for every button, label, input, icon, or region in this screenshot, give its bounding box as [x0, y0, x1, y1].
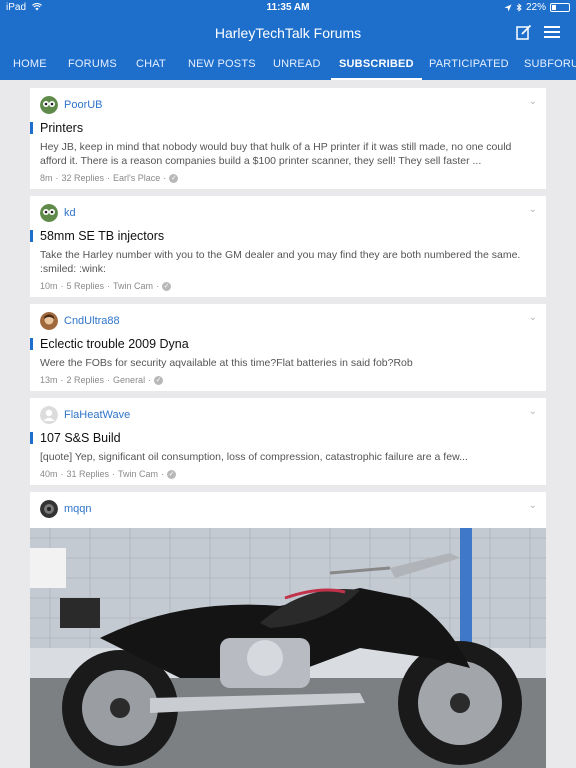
meta-separator: ·	[60, 281, 64, 291]
thread-forum[interactable]: Twin Cam	[113, 281, 153, 291]
tab-chat[interactable]: CHAT	[136, 50, 166, 80]
thread-header: FlaHeatWave	[40, 406, 536, 424]
author-name[interactable]: CndUltra88	[64, 315, 120, 327]
avatar[interactable]	[40, 500, 58, 518]
thread-replies: 32 Replies	[61, 173, 105, 183]
tab-subforums[interactable]: SUBFORU	[524, 50, 576, 80]
thread-excerpt: Were the FOBs for security aqvailable at…	[40, 357, 413, 369]
status-bar: iPad 11:35 AM 22%	[0, 0, 576, 16]
subscribed-check-icon: ✓	[169, 173, 179, 183]
meta-separator: ·	[107, 281, 111, 291]
thread-card[interactable]: PoorUB ⌄ Printers Hey JB, keep in mind t…	[30, 88, 546, 189]
tab-bar: HOME FORUMS CHAT NEW POSTS UNREAD SUBSCR…	[0, 50, 576, 80]
author-name[interactable]: mqqn	[64, 503, 92, 515]
location-icon	[504, 4, 512, 11]
thread-card[interactable]: FlaHeatWave ⌄ 107 S&S Build [quote] Yep,…	[30, 398, 546, 485]
thread-header: CndUltra88	[40, 312, 536, 330]
battery-icon	[550, 3, 570, 12]
subscribed-check-icon: ✓	[167, 469, 177, 479]
chevron-down-icon[interactable]: ⌄	[529, 406, 537, 417]
meta-separator: ·	[163, 173, 167, 183]
app-title: HarleyTechTalk Forums	[214, 25, 362, 41]
thread-title[interactable]: 107 S&S Build	[30, 431, 536, 445]
thread-replies: 2 Replies	[66, 375, 105, 385]
tab-new-posts[interactable]: NEW POSTS	[188, 50, 256, 80]
tab-home[interactable]: HOME	[13, 50, 47, 80]
meta-separator: ·	[60, 375, 64, 385]
author-name[interactable]: PoorUB	[64, 99, 103, 111]
thread-title[interactable]: Eclectic trouble 2009 Dyna	[30, 337, 536, 351]
meta-separator: ·	[156, 281, 160, 291]
tab-participated[interactable]: PARTICIPATED	[429, 50, 509, 80]
thread-meta: 40m · 31 Replies · Twin Cam · ✓	[40, 469, 536, 479]
thread-feed: PoorUB ⌄ Printers Hey JB, keep in mind t…	[30, 88, 546, 768]
tab-unread[interactable]: UNREAD	[273, 50, 321, 80]
thread-header: PoorUB	[40, 96, 536, 114]
chevron-down-icon[interactable]: ⌄	[529, 500, 537, 511]
app-header: HarleyTechTalk Forums	[0, 16, 576, 50]
tab-subscribed[interactable]: SUBSCRIBED	[331, 50, 422, 80]
author-name[interactable]: FlaHeatWave	[64, 409, 130, 421]
photo-post-card[interactable]: mqqn ⌄	[30, 492, 546, 768]
subscribed-check-icon: ✓	[162, 281, 172, 291]
thread-time: 13m	[40, 375, 58, 385]
thread-header: mqqn	[40, 500, 536, 518]
author-name[interactable]: kd	[64, 207, 76, 219]
thread-card[interactable]: kd ⌄ 58mm SE TB injectors Take the Harle…	[30, 196, 546, 297]
thread-excerpt: Take the Harley number with you to the G…	[40, 249, 521, 275]
thread-replies: 5 Replies	[66, 281, 105, 291]
chevron-down-icon[interactable]: ⌄	[529, 96, 537, 107]
clock: 11:35 AM	[266, 2, 310, 13]
avatar[interactable]	[40, 406, 58, 424]
thread-replies: 31 Replies	[66, 469, 110, 479]
motorcycle-photo[interactable]	[30, 528, 546, 768]
battery-percent: 22%	[525, 2, 546, 13]
menu-icon[interactable]	[544, 25, 560, 39]
avatar[interactable]	[40, 96, 58, 114]
thread-meta: 13m · 2 Replies · General · ✓	[40, 375, 536, 385]
status-right: 22%	[504, 2, 570, 13]
thread-time: 8m	[40, 173, 53, 183]
avatar[interactable]	[40, 204, 58, 222]
meta-separator: ·	[107, 173, 111, 183]
thread-forum[interactable]: Earl's Place	[113, 173, 160, 183]
thread-title[interactable]: Printers	[30, 121, 536, 135]
thread-excerpt: [quote] Yep, significant oil consumption…	[40, 451, 468, 463]
chevron-down-icon[interactable]: ⌄	[529, 312, 537, 323]
compose-icon[interactable]	[516, 24, 532, 40]
thread-time: 40m	[40, 469, 58, 479]
meta-separator: ·	[55, 173, 59, 183]
thread-excerpt: Hey JB, keep in mind that nobody would b…	[40, 141, 512, 167]
meta-separator: ·	[107, 375, 111, 385]
thread-forum[interactable]: General	[113, 375, 145, 385]
tab-forums[interactable]: FORUMS	[68, 50, 117, 80]
meta-separator: ·	[112, 469, 116, 479]
thread-meta: 8m · 32 Replies · Earl's Place · ✓	[40, 173, 536, 183]
meta-separator: ·	[60, 469, 64, 479]
chevron-down-icon[interactable]: ⌄	[529, 204, 537, 215]
thread-title[interactable]: 58mm SE TB injectors	[30, 229, 536, 243]
thread-forum[interactable]: Twin Cam	[118, 469, 158, 479]
thread-header: kd	[40, 204, 536, 222]
meta-separator: ·	[148, 375, 152, 385]
subscribed-check-icon: ✓	[154, 375, 164, 385]
bluetooth-icon	[516, 3, 522, 12]
thread-meta: 10m · 5 Replies · Twin Cam · ✓	[40, 281, 536, 291]
avatar[interactable]	[40, 312, 58, 330]
thread-time: 10m	[40, 281, 58, 291]
meta-separator: ·	[161, 469, 165, 479]
thread-card[interactable]: CndUltra88 ⌄ Eclectic trouble 2009 Dyna …	[30, 304, 546, 391]
